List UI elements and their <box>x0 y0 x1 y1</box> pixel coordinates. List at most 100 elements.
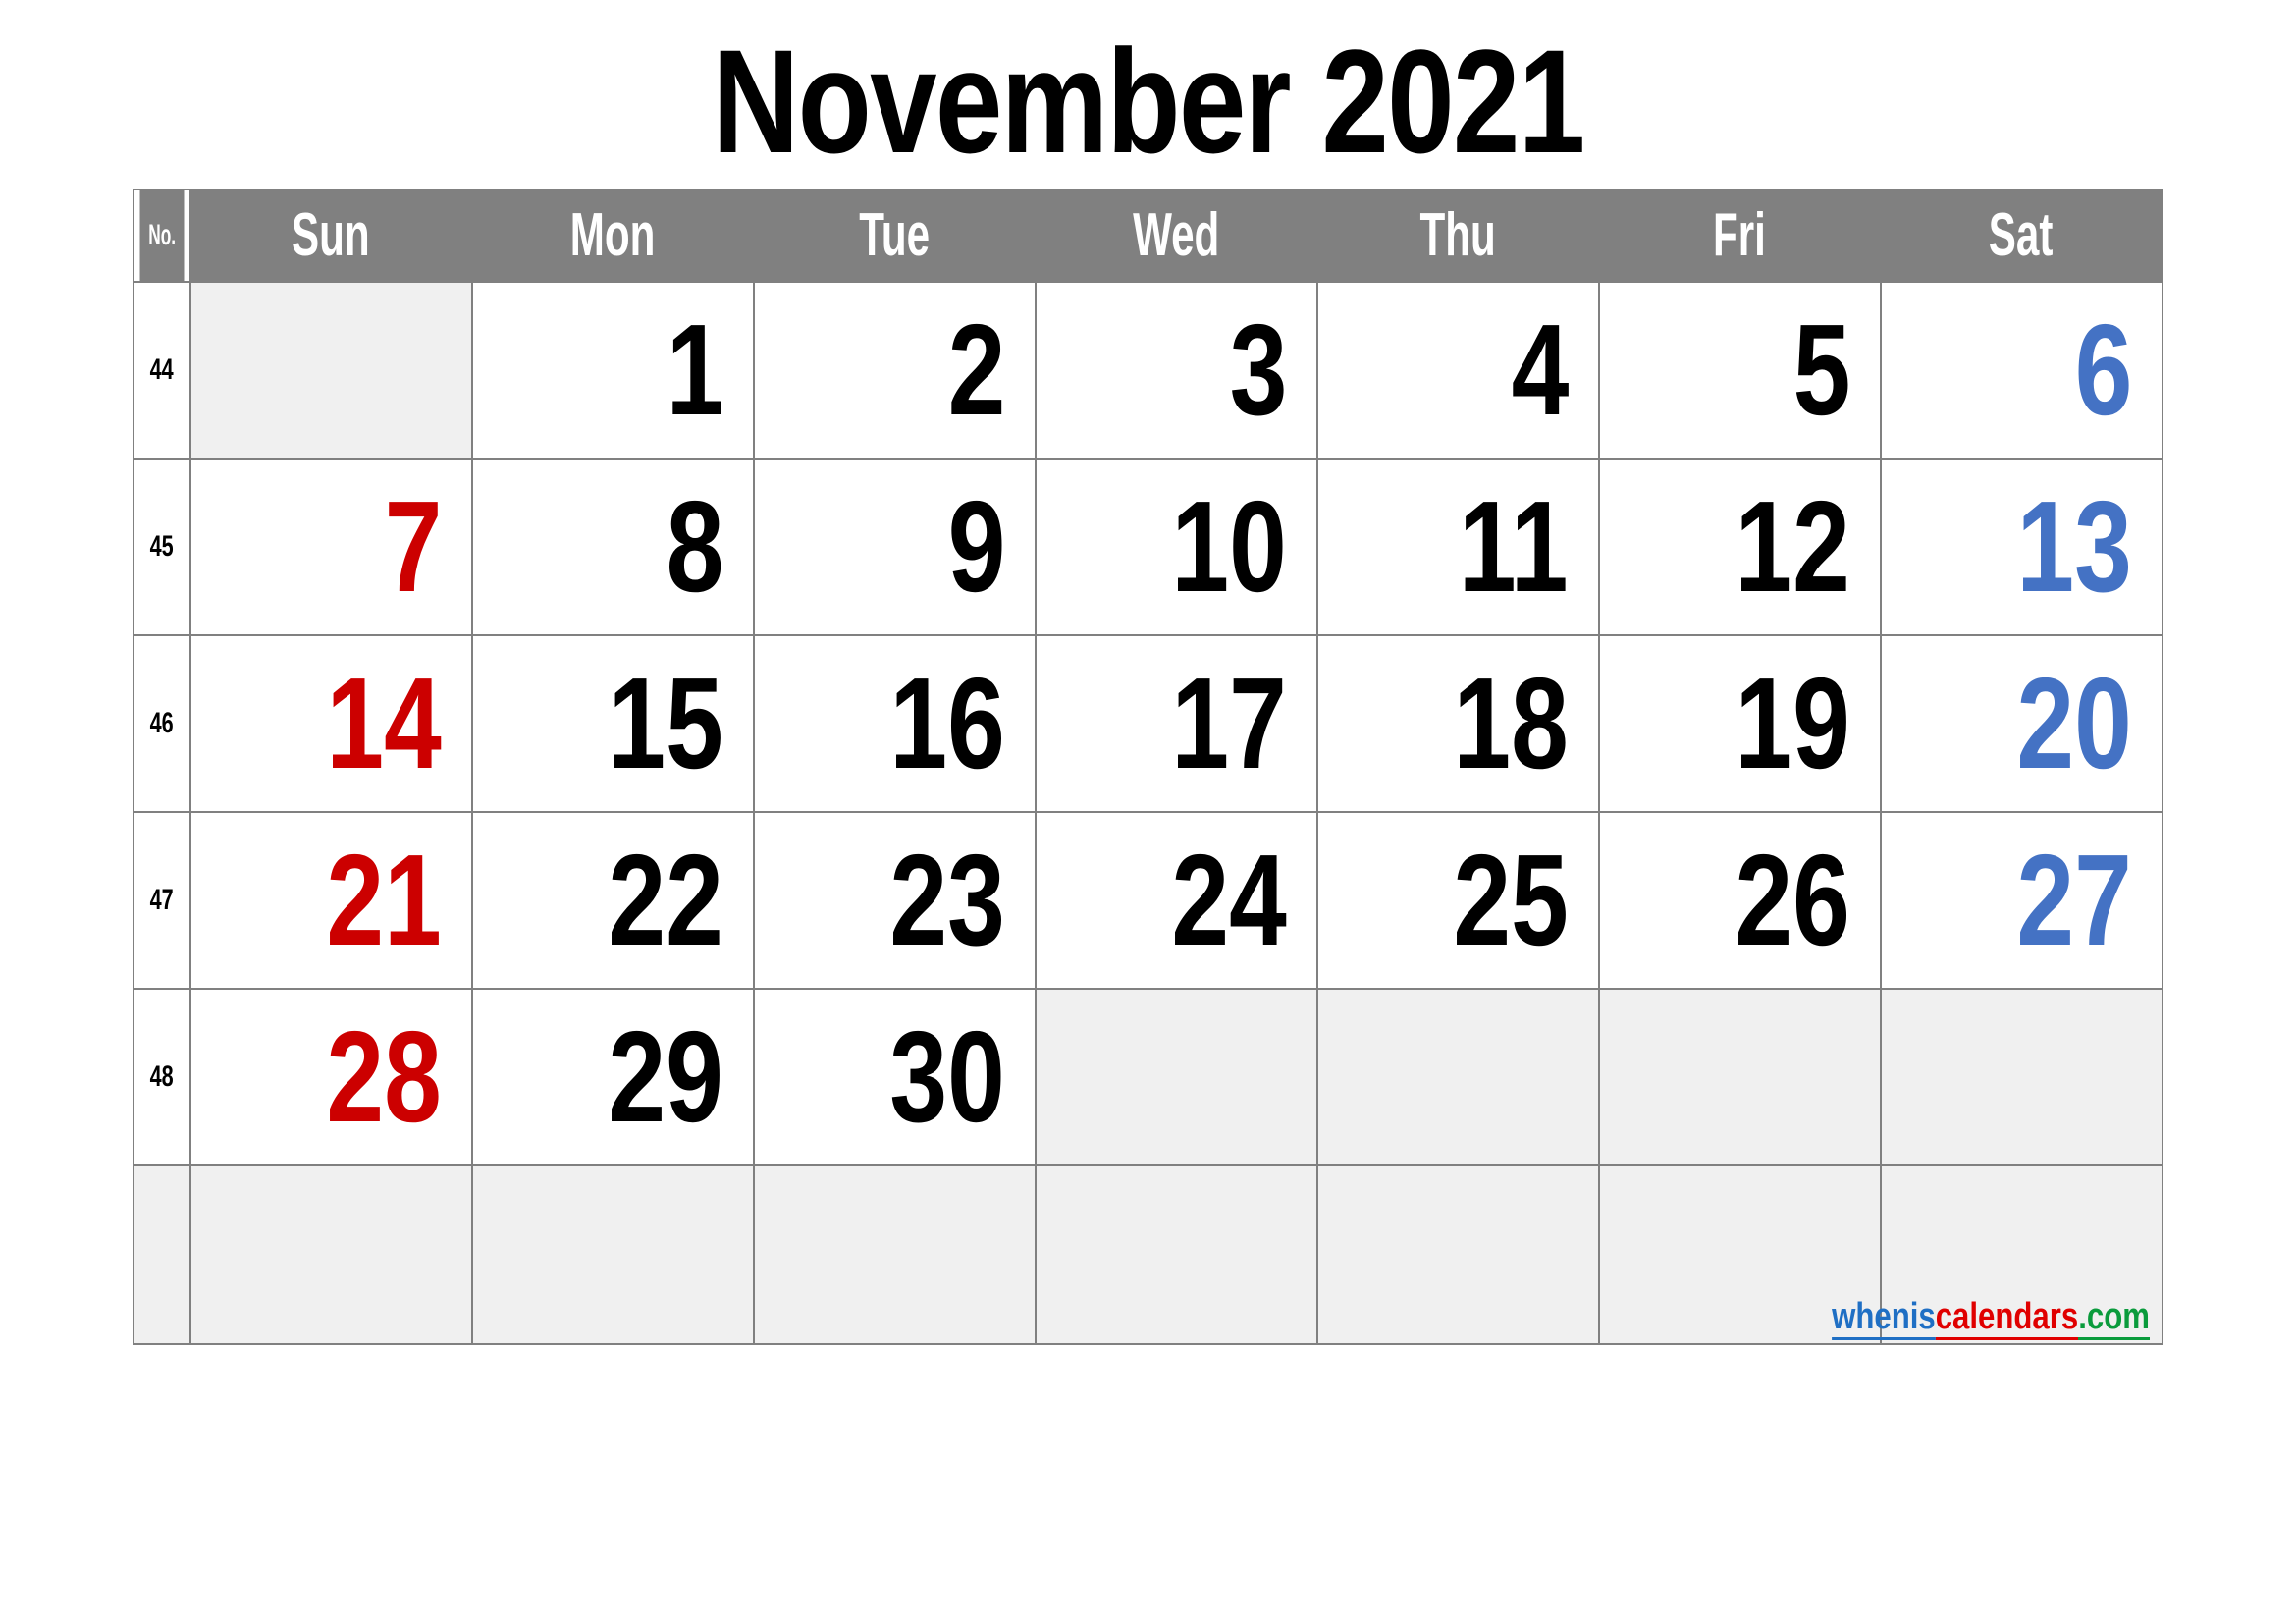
day-number: 20 <box>2016 651 2132 795</box>
week-number-label: 46 <box>149 707 175 739</box>
day-number: 26 <box>1735 828 1850 972</box>
week-number-cell: 47 <box>133 811 191 990</box>
day-number: 27 <box>2016 828 2132 972</box>
page-title: November 2021 <box>712 19 1585 184</box>
header-day-sun-label: Sun <box>291 201 370 269</box>
day-number: 22 <box>608 828 723 972</box>
day-number: 25 <box>1453 828 1569 972</box>
day-cell-tue[interactable]: 23 <box>753 811 1037 990</box>
day-cell-wed[interactable]: 17 <box>1035 634 1318 813</box>
day-number: 2 <box>947 298 1005 442</box>
header-row: No. Sun Mon Tue Wed Thu Fri Sat <box>133 189 2163 283</box>
day-cell-sat[interactable]: 6 <box>1880 281 2163 460</box>
header-day-wed: Wed <box>1035 189 1318 283</box>
watermark-part-one: whenis <box>1832 1296 1936 1340</box>
day-number: 19 <box>1735 651 1850 795</box>
day-cell-mon[interactable]: 22 <box>471 811 755 990</box>
header-day-thu: Thu <box>1316 189 1600 283</box>
day-cell-wed[interactable]: 10 <box>1035 458 1318 636</box>
day-number: 1 <box>666 298 723 442</box>
day-cell-thu[interactable] <box>1316 1164 1600 1345</box>
week-number-cell <box>133 1164 191 1345</box>
week-number-cell: 46 <box>133 634 191 813</box>
day-number: 12 <box>1735 474 1850 619</box>
header-day-fri-label: Fri <box>1712 201 1766 269</box>
calendar-table: No. Sun Mon Tue Wed Thu Fri Sat 44 1 2 3… <box>133 189 2163 1345</box>
day-cell-fri[interactable]: 12 <box>1598 458 1882 636</box>
calendar-grid: No. Sun Mon Tue Wed Thu Fri Sat 44 1 2 3… <box>133 189 2163 1345</box>
day-number: 18 <box>1453 651 1569 795</box>
day-number: 28 <box>326 1004 442 1149</box>
calendar-week-row: 44 1 2 3 4 5 6 <box>133 281 2163 460</box>
week-number-label: 44 <box>149 353 175 386</box>
day-number: 15 <box>608 651 723 795</box>
watermark-part-three: .com <box>2078 1296 2150 1340</box>
day-number: 8 <box>666 474 723 619</box>
day-number: 10 <box>1171 474 1287 619</box>
day-cell-wed[interactable]: 3 <box>1035 281 1318 460</box>
day-number: 30 <box>889 1004 1005 1149</box>
day-cell-tue[interactable] <box>753 1164 1037 1345</box>
day-number: 7 <box>384 474 442 619</box>
day-cell-wed[interactable]: 24 <box>1035 811 1318 990</box>
header-day-tue-label: Tue <box>858 201 930 269</box>
header-day-wed-label: Wed <box>1132 201 1219 269</box>
day-cell-tue[interactable]: 30 <box>753 988 1037 1166</box>
header-day-sat-label: Sat <box>1989 201 2054 269</box>
day-cell-fri[interactable]: 26 <box>1598 811 1882 990</box>
day-cell-thu[interactable]: 11 <box>1316 458 1600 636</box>
header-day-sun: Sun <box>189 189 473 283</box>
calendar-body: 44 1 2 3 4 5 6 45 7 8 9 10 11 12 13 46 14 15 16 17 18 19 20 47 2… <box>133 281 2163 1345</box>
week-number-label: 48 <box>149 1060 175 1093</box>
day-number: 17 <box>1171 651 1287 795</box>
day-cell-thu[interactable]: 18 <box>1316 634 1600 813</box>
day-cell-sat[interactable]: 13 <box>1880 458 2163 636</box>
day-number: 14 <box>326 651 442 795</box>
day-cell-sun[interactable]: 21 <box>189 811 473 990</box>
day-cell-sun[interactable]: 14 <box>189 634 473 813</box>
day-cell-sun[interactable]: 28 <box>189 988 473 1166</box>
day-number: 23 <box>889 828 1005 972</box>
week-number-cell: 48 <box>133 988 191 1166</box>
day-cell-wed[interactable] <box>1035 1164 1318 1345</box>
day-number: 13 <box>2016 474 2132 619</box>
day-cell-tue[interactable]: 2 <box>753 281 1037 460</box>
day-cell-mon[interactable]: 29 <box>471 988 755 1166</box>
day-number: 3 <box>1229 298 1287 442</box>
header-day-fri: Fri <box>1598 189 1882 283</box>
day-cell-fri[interactable]: 5 <box>1598 281 1882 460</box>
day-cell-sat[interactable]: wheniscalendars.com <box>1832 1164 2163 1345</box>
week-number-label: 47 <box>149 884 175 916</box>
header-day-sat: Sat <box>1880 189 2163 283</box>
header-day-mon: Mon <box>471 189 755 283</box>
day-cell-mon[interactable]: 8 <box>471 458 755 636</box>
header-day-thu-label: Thu <box>1419 201 1496 269</box>
day-number: 5 <box>1792 298 1850 442</box>
day-cell-sun[interactable]: 7 <box>189 458 473 636</box>
site-watermark[interactable]: wheniscalendars.com <box>1832 1296 2150 1340</box>
day-cell-tue[interactable]: 16 <box>753 634 1037 813</box>
header-day-mon-label: Mon <box>569 201 656 269</box>
week-number-cell: 45 <box>133 458 191 636</box>
header-week-number: No. <box>138 189 186 283</box>
day-cell-mon[interactable]: 15 <box>471 634 755 813</box>
calendar-header: No. Sun Mon Tue Wed Thu Fri Sat <box>133 189 2163 283</box>
day-cell-sun[interactable] <box>189 1164 473 1345</box>
day-number: 21 <box>326 828 442 972</box>
day-cell-thu[interactable] <box>1316 988 1600 1166</box>
day-cell-sun[interactable] <box>189 281 473 460</box>
day-cell-tue[interactable]: 9 <box>753 458 1037 636</box>
day-cell-wed[interactable] <box>1035 988 1318 1166</box>
day-cell-fri[interactable]: 19 <box>1598 634 1882 813</box>
day-cell-sat[interactable]: 27 <box>1880 811 2163 990</box>
day-cell-mon[interactable]: 1 <box>471 281 755 460</box>
day-number: 16 <box>889 651 1005 795</box>
day-number: 4 <box>1511 298 1569 442</box>
day-cell-thu[interactable]: 4 <box>1316 281 1600 460</box>
day-number: 11 <box>1459 474 1569 619</box>
day-cell-fri[interactable] <box>1598 988 1882 1166</box>
day-cell-mon[interactable] <box>471 1164 755 1345</box>
day-cell-thu[interactable]: 25 <box>1316 811 1600 990</box>
day-cell-sat[interactable] <box>1880 988 2163 1166</box>
day-cell-sat[interactable]: 20 <box>1880 634 2163 813</box>
